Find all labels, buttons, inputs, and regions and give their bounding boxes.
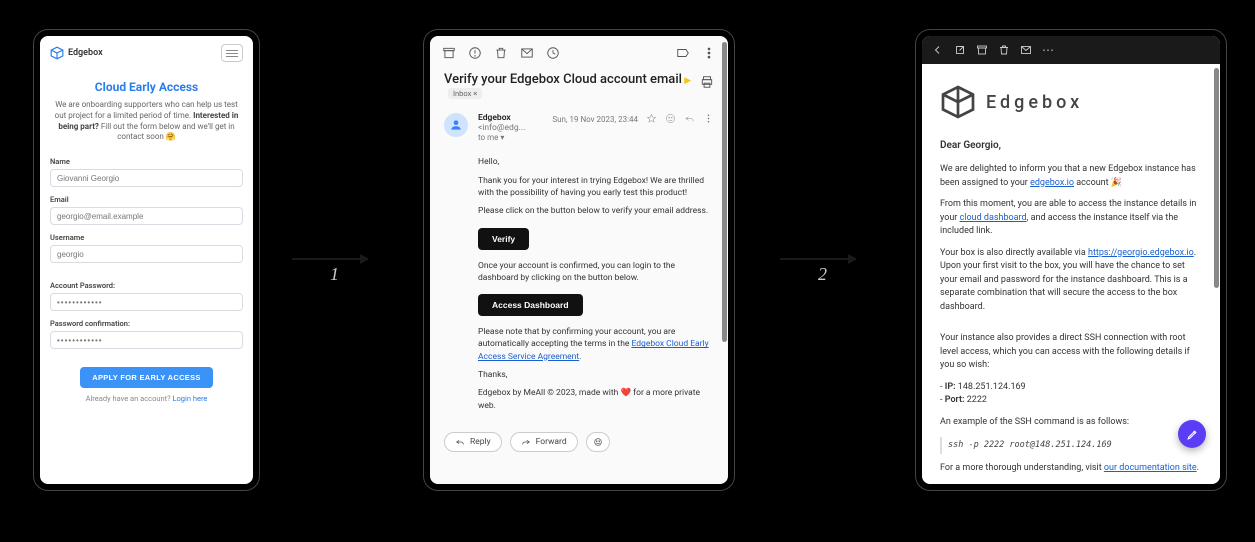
delete-icon[interactable] [998, 44, 1010, 56]
more-icon[interactable]: ⋯ [1042, 43, 1055, 57]
reply-icon[interactable] [684, 113, 695, 126]
scrollbar[interactable] [720, 36, 728, 484]
intro-para: We are delighted to inform you that a ne… [940, 163, 1202, 190]
password-input[interactable] [50, 293, 243, 311]
ssh-intro: Your instance also provides a direct SSH… [940, 332, 1202, 373]
more-icon[interactable] [702, 46, 716, 60]
cloud-dashboard-link[interactable]: cloud dashboard [960, 213, 1027, 223]
name-input[interactable] [50, 169, 243, 187]
page-title: Cloud Early Access [50, 80, 243, 94]
flow-arrow-1: 1 [292, 258, 368, 285]
sender-avatar [444, 113, 468, 137]
name-label: Name [50, 157, 243, 166]
forward-button[interactable]: Forward [510, 432, 578, 452]
reply-button[interactable]: Reply [444, 432, 502, 452]
box-url-link[interactable]: https://georgio.edgebox.io [1088, 248, 1194, 258]
verify-email-panel: Verify your Edgebox Cloud account email … [424, 30, 734, 490]
ip-row: - IP: 148.251.124.169 [940, 381, 1202, 395]
flow-arrow-2: 2 [780, 258, 856, 285]
scrollbar[interactable] [1212, 64, 1220, 484]
snooze-icon[interactable] [546, 46, 560, 60]
mark-unread-icon[interactable] [520, 46, 534, 60]
open-external-icon[interactable] [954, 44, 966, 56]
email-label: Email [50, 195, 243, 204]
star-icon[interactable] [646, 113, 657, 126]
edgebox-logo: Edgebox [50, 46, 103, 60]
box-url-para: Your box is also directly available via … [940, 247, 1202, 315]
email-body: Hello, Thank you for your interest in tr… [430, 148, 728, 428]
instance-email-panel: ⋯ Edgebox Dear Georgio, We are delighted… [916, 30, 1226, 490]
to-line: to me [478, 133, 498, 142]
archive-icon[interactable] [442, 46, 456, 60]
spam-icon[interactable] [468, 46, 482, 60]
brand-text: Edgebox [986, 89, 1083, 116]
email-subject: Verify your Edgebox Cloud account email [444, 72, 682, 87]
apply-button[interactable]: APPLY FOR EARLY ACCESS [80, 367, 212, 388]
print-icon[interactable] [700, 75, 714, 89]
edgebox-logo-large: Edgebox [940, 84, 1202, 120]
dashboard-para: From this moment, you are able to access… [940, 198, 1202, 239]
inbox-label: Inbox × [448, 88, 482, 99]
emoji-icon[interactable] [665, 113, 676, 126]
password-confirm-input[interactable] [50, 331, 243, 349]
port-row: - Port: 2222 [940, 394, 1202, 408]
more-vert-icon[interactable] [703, 113, 714, 126]
username-input[interactable] [50, 245, 243, 263]
password-confirm-label: Password confirmation: [50, 319, 243, 328]
react-button[interactable] [586, 432, 610, 452]
compose-fab[interactable] [1178, 420, 1206, 448]
delete-icon[interactable] [494, 46, 508, 60]
sender-name: Edgebox [478, 113, 511, 123]
greeting: Dear Georgio, [940, 138, 1202, 153]
signup-form-panel: Edgebox Cloud Early Access We are onboar… [34, 30, 259, 490]
email-date: Sun, 19 Nov 2023, 23:44 [552, 115, 638, 124]
verify-button[interactable]: Verify [478, 228, 529, 250]
labels-icon[interactable] [676, 46, 690, 60]
ssh-example-label: An example of the SSH command is as foll… [940, 416, 1202, 430]
brand-text: Edgebox [68, 48, 103, 58]
docs-link[interactable]: our documentation site [1104, 463, 1197, 473]
docs-para: For a more thorough understanding, visit… [940, 462, 1202, 476]
archive-icon[interactable] [976, 44, 988, 56]
login-link[interactable]: Login here [172, 394, 207, 403]
intro-text: We are onboarding supporters who can hel… [50, 100, 243, 143]
email-input[interactable] [50, 207, 243, 225]
hamburger-menu-button[interactable] [221, 44, 243, 62]
mark-unread-icon[interactable] [1020, 44, 1032, 56]
password-label: Account Password: [50, 281, 243, 290]
username-label: Username [50, 233, 243, 242]
expand-recipients-icon[interactable]: ▾ [500, 133, 504, 142]
ssh-command: ssh -p 2222 root@148.251.124.169 [940, 437, 1202, 454]
email-toolbar [430, 36, 728, 70]
edgebox-io-link[interactable]: edgebox.io [1030, 178, 1074, 188]
browser-chrome: ⋯ [922, 36, 1220, 64]
login-hint: Already have an account? Login here [50, 394, 243, 403]
access-dashboard-button[interactable]: Access Dashboard [478, 294, 583, 316]
back-icon[interactable] [932, 44, 944, 56]
sender-address: <info@edg... [478, 123, 525, 133]
